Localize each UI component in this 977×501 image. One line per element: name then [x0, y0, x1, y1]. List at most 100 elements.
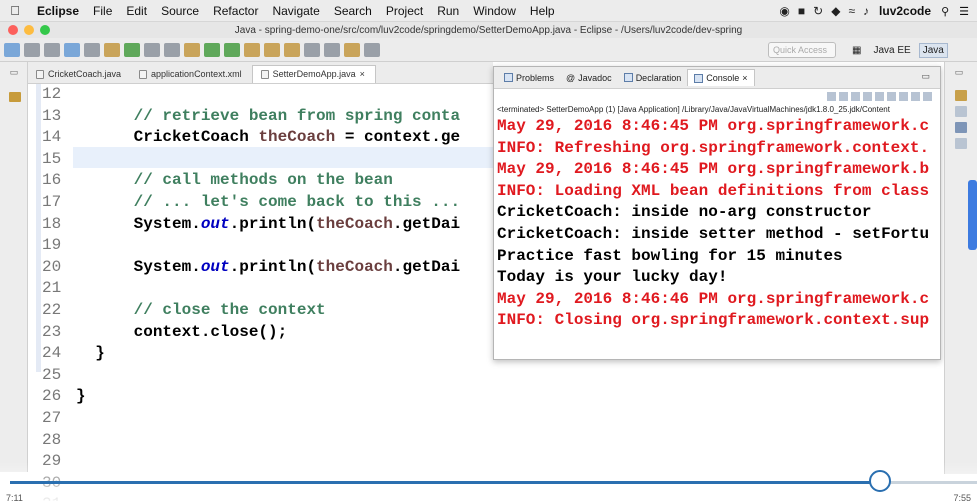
menu-refactor[interactable]: Refactor [206, 4, 265, 18]
pin-console-icon[interactable] [899, 91, 908, 101]
menu-run[interactable]: Run [430, 4, 466, 18]
forward-icon[interactable] [364, 42, 380, 57]
scrollbar-thumb[interactable] [968, 180, 977, 250]
open-task-icon[interactable] [264, 42, 280, 57]
outline-icon[interactable] [955, 90, 967, 101]
line-number: 25 [42, 365, 62, 384]
open-perspective-icon[interactable]: ▦ [848, 43, 865, 58]
dropbox-icon[interactable]: ◆ [831, 4, 840, 18]
menu-source[interactable]: Source [154, 4, 206, 18]
terminated-label: <terminated> SetterDemoApp (1) [Java App… [497, 105, 890, 114]
wifi-icon[interactable]: ≈ [848, 4, 855, 18]
close-tab-icon[interactable]: × [360, 69, 365, 79]
tab-setterdemoapp[interactable]: SetterDemoApp.java × [251, 65, 376, 83]
new-server-icon[interactable] [104, 42, 120, 57]
console-line: INFO: Refreshing org.springframework.con… [497, 138, 930, 157]
problems-icon [504, 73, 513, 82]
console-line: INFO: Loading XML bean definitions from … [497, 181, 930, 200]
menu-file[interactable]: File [86, 4, 119, 18]
display-console-icon[interactable] [911, 91, 920, 101]
menu-help[interactable]: Help [523, 4, 562, 18]
previous-annotation-icon[interactable] [324, 42, 340, 57]
line-number: 24 [42, 344, 62, 363]
restore-icon[interactable]: ▭ [4, 67, 24, 85]
remove-launch-icon[interactable] [839, 91, 848, 101]
skip-breakpoints-icon[interactable] [84, 42, 100, 57]
line-number: 19 [42, 236, 62, 255]
code-text: System.out.println(theCoach.getDai [76, 214, 461, 233]
code-area[interactable]: 12 13 // retrieve bean from spring conta 1… [28, 84, 493, 501]
tab-problems[interactable]: Problems [498, 70, 560, 86]
menu-navigate[interactable]: Navigate [265, 4, 326, 18]
tab-console[interactable]: Console × [687, 69, 755, 86]
terminate-icon[interactable] [827, 91, 836, 101]
code-line: 17 // ... let's come back to this ... [28, 192, 493, 214]
code-text: System.out.println(theCoach.getDai [76, 257, 461, 276]
camera-icon[interactable]: ◉ [779, 4, 789, 18]
line-number: 22 [42, 301, 62, 319]
code-line: 19 [28, 235, 493, 257]
tab-javadoc[interactable]: @ Javadoc [560, 70, 618, 86]
tab-cricketcoach[interactable]: CricketCoach.java [28, 66, 131, 83]
user-name[interactable]: luv2code [879, 4, 931, 18]
line-number: 23 [42, 322, 62, 341]
new-class-icon[interactable] [124, 42, 140, 57]
zoom-window-button[interactable] [40, 25, 50, 35]
task-list-icon[interactable] [955, 106, 967, 117]
menu-search[interactable]: Search [327, 4, 379, 18]
perspective-java-ee[interactable]: Java EE [869, 43, 914, 58]
scroll-lock-icon[interactable] [863, 91, 872, 101]
quick-access-input[interactable]: Quick Access [768, 42, 836, 58]
menu-window[interactable]: Window [466, 4, 523, 18]
console-line: CricketCoach: inside setter method - set… [497, 224, 930, 243]
new-icon[interactable] [4, 42, 20, 57]
code-line: 15 [28, 149, 493, 171]
back-icon[interactable] [344, 42, 360, 57]
console-view-tabs: Problems @ Javadoc Declaration Console ×… [494, 67, 940, 89]
spotlight-icon[interactable]: ⚲ [941, 5, 949, 18]
status-tray: ◉ ■ ↻ ◆ ≈ ♪ [779, 4, 869, 18]
next-annotation-icon[interactable] [304, 42, 320, 57]
terminal-icon[interactable] [64, 42, 80, 57]
open-type-icon[interactable] [244, 42, 260, 57]
restore-icon[interactable]: ▭ [949, 67, 969, 85]
run-icon[interactable] [204, 42, 220, 57]
tab-declaration[interactable]: Declaration [618, 70, 688, 86]
code-line: 28 [28, 430, 493, 452]
restore-view-icon[interactable]: ▭ [921, 71, 930, 82]
run-external-icon[interactable] [224, 42, 240, 57]
search-icon[interactable] [284, 42, 300, 57]
tab-applicationcontext[interactable]: applicationContext.xml [131, 66, 252, 83]
javadoc-icon[interactable] [955, 122, 967, 133]
close-window-button[interactable] [8, 25, 18, 35]
line-number: 26 [42, 387, 62, 406]
menu-eclipse[interactable]: Eclipse [30, 4, 86, 18]
code-text: // ... let's come back to this ... [76, 193, 461, 211]
show-on-output-icon[interactable] [887, 91, 896, 101]
close-tab-icon[interactable]: × [742, 73, 747, 83]
code-text: } [76, 344, 105, 363]
debug-icon[interactable] [184, 42, 200, 57]
apple-icon[interactable]:  [0, 3, 30, 18]
notification-list-icon[interactable]: ☰ [959, 5, 969, 18]
save-all-icon[interactable] [44, 42, 60, 57]
word-wrap-icon[interactable] [875, 91, 884, 101]
package-explorer-icon[interactable] [9, 92, 21, 102]
video-seek-bar[interactable] [10, 481, 977, 484]
console-output[interactable]: May 29, 2016 8:46:45 PM org.springframew… [494, 116, 940, 332]
line-number: 12 [42, 85, 62, 103]
save-icon[interactable] [24, 42, 40, 57]
record-icon[interactable]: ■ [798, 4, 805, 18]
perspective-java[interactable]: Java [918, 42, 948, 58]
minimize-window-button[interactable] [24, 25, 34, 35]
declaration-icon[interactable] [955, 138, 967, 149]
sync-icon[interactable]: ↻ [813, 4, 823, 18]
line-number: 20 [42, 257, 62, 276]
menu-edit[interactable]: Edit [119, 4, 154, 18]
open-console-icon[interactable] [923, 91, 932, 101]
xml-file-icon [139, 69, 148, 79]
menu-project[interactable]: Project [379, 4, 430, 18]
volume-icon[interactable]: ♪ [863, 4, 869, 18]
remove-all-icon[interactable] [851, 91, 860, 101]
console-toolbar [494, 89, 940, 103]
